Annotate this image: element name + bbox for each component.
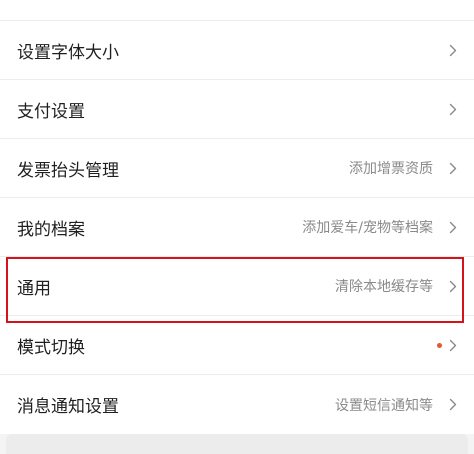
settings-row-font-size[interactable]: 设置字体大小	[0, 21, 474, 80]
chevron-right-icon	[447, 337, 458, 353]
row-value: 添加爱车/宠物等档案	[302, 220, 433, 236]
previous-row-partial	[0, 0, 474, 21]
chevron-right-icon	[447, 278, 458, 294]
chevron-right-icon	[447, 42, 458, 58]
chevron-right-icon	[447, 219, 458, 235]
settings-row-notifications[interactable]: 消息通知设置 设置短信通知等	[0, 375, 474, 434]
chevron-right-icon	[447, 397, 458, 413]
row-label: 消息通知设置	[17, 397, 119, 417]
settings-row-my-profile[interactable]: 我的档案 添加爱车/宠物等档案	[0, 198, 474, 257]
settings-list: 设置字体大小 支付设置 发票抬头管理 添加增票资质 我的档案 添加爱车/宠物等档…	[0, 0, 474, 434]
row-label: 支付设置	[17, 101, 85, 122]
row-value: 添加增票资质	[349, 161, 433, 177]
settings-row-mode-switch[interactable]: 模式切换	[0, 316, 474, 375]
row-label: 我的档案	[17, 219, 85, 240]
row-label: 通用	[17, 278, 51, 299]
next-card-partial	[6, 434, 468, 454]
chevron-right-icon	[447, 101, 458, 117]
row-label: 设置字体大小	[17, 42, 119, 63]
row-value: 清除本地缓存等	[335, 279, 433, 295]
settings-row-general[interactable]: 通用 清除本地缓存等	[0, 257, 474, 316]
row-label: 模式切换	[17, 337, 85, 358]
row-value: 设置短信通知等	[335, 397, 433, 414]
chevron-right-icon	[447, 160, 458, 176]
settings-row-invoice-title[interactable]: 发票抬头管理 添加增票资质	[0, 139, 474, 198]
row-label: 发票抬头管理	[17, 160, 119, 181]
settings-row-payment[interactable]: 支付设置	[0, 80, 474, 139]
notification-dot-icon	[437, 342, 442, 348]
